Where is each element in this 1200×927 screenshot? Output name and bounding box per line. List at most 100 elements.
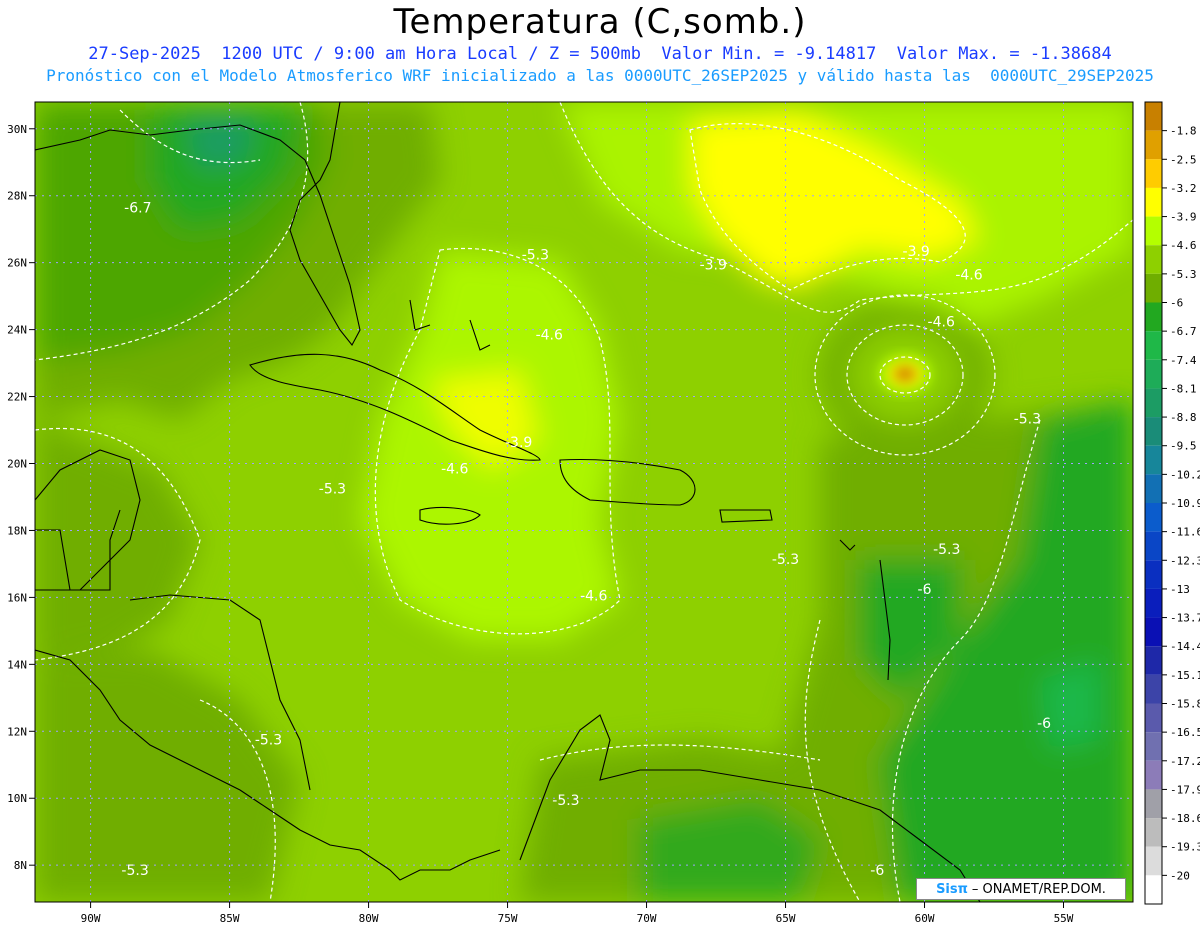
x-tick-label: 55W [1054, 912, 1074, 925]
colorbar-label: -17.2 [1170, 755, 1200, 768]
colorbar-label: -6 [1170, 297, 1183, 310]
contour-label: -3.9 [903, 244, 930, 260]
y-tick-label: 30N [7, 123, 27, 136]
colorbar-swatch [1145, 588, 1162, 618]
colorbar-label: -11.6 [1170, 526, 1200, 539]
y-tick-label: 10N [7, 792, 27, 805]
colorbar-swatch [1145, 216, 1162, 246]
contour-label: -5.3 [319, 482, 346, 498]
colorbar-label: -8.1 [1170, 382, 1197, 395]
shaded-field [35, 102, 1133, 902]
contour-label: -5.3 [552, 793, 579, 809]
colorbar-label: -12.3 [1170, 554, 1200, 567]
colorbar-swatch [1145, 818, 1162, 847]
colorbar-label: -8.8 [1170, 411, 1197, 424]
colorbar-swatch [1145, 531, 1162, 561]
colorbar-swatch [1145, 674, 1162, 704]
y-tick-label: 28N [7, 190, 27, 203]
colorbar-label: -9.5 [1170, 440, 1197, 453]
colorbar-label: -3.9 [1170, 211, 1197, 224]
x-tick-label: 85W [220, 912, 240, 925]
colorbar-swatch [1145, 560, 1162, 589]
colorbar-swatch [1145, 732, 1162, 761]
contour-label: -6 [1037, 716, 1051, 732]
colorbar-swatch [1145, 273, 1162, 303]
x-tick-label: 65W [776, 912, 796, 925]
y-tick-label: 26N [7, 257, 27, 270]
colorbar-swatch [1145, 617, 1162, 647]
colorbar-swatch [1145, 388, 1162, 418]
colorbar-swatch [1145, 445, 1162, 475]
x-tick-label: 90W [81, 912, 101, 925]
colorbar-swatch [1145, 302, 1162, 332]
colorbar-label: -10.2 [1170, 468, 1200, 481]
colorbar-swatch [1145, 159, 1162, 188]
colorbar-swatch [1145, 703, 1162, 733]
colorbar-label: -18.6 [1170, 812, 1200, 825]
contour-label: -5.3 [121, 863, 148, 879]
contour-label: -6 [870, 863, 884, 879]
y-tick-label: 22N [7, 391, 27, 404]
contour-label: -4.6 [441, 462, 468, 478]
contour-label: -4.6 [928, 314, 955, 330]
colorbar-label: -15.1 [1170, 669, 1200, 682]
contour-label: -4.6 [955, 267, 982, 283]
colorbar-swatch [1145, 102, 1162, 131]
colorbar: -1.8 -2.5 -3.2 -3.9 -4.6 -5.3 -6 -6.7 -7.4 -8.1 -8… [1144, 101, 1200, 905]
colorbar-label: -4.6 [1170, 239, 1197, 252]
colorbar-swatch [1145, 245, 1162, 274]
x-tick-label: 70W [637, 912, 657, 925]
credit-org: – ONAMET/REP.DOM. [971, 881, 1106, 897]
y-tick-label: 24N [7, 324, 27, 337]
contour-label: -4.6 [536, 328, 563, 344]
colorbar-label: -3.2 [1170, 182, 1197, 195]
colorbar-swatch [1145, 359, 1162, 389]
colorbar-label: -5.3 [1170, 268, 1197, 281]
colorbar-label: -2.5 [1170, 153, 1197, 166]
contour-label: -5.3 [255, 733, 282, 749]
colorbar-label: -13 [1170, 583, 1190, 596]
y-tick-label: 18N [7, 524, 27, 537]
colorbar-label: -17.9 [1170, 783, 1200, 796]
contour-label: -6 [918, 582, 932, 598]
x-tick-label: 80W [359, 912, 379, 925]
colorbar-label: -1.8 [1170, 125, 1197, 138]
contour-label: -6.7 [124, 200, 151, 216]
contour-label: -5.3 [933, 542, 960, 558]
sispi-logo: Sisπ [936, 881, 968, 897]
credit-box: Sisπ – ONAMET/REP.DOM. [916, 878, 1126, 900]
contour-label: -5.3 [772, 552, 799, 568]
y-tick-label: 14N [7, 658, 27, 671]
contour-label: -4.6 [580, 589, 607, 605]
y-tick-label: 8N [14, 859, 27, 872]
colorbar-swatch [1145, 503, 1162, 532]
colorbar-label: -13.7 [1170, 612, 1200, 625]
colorbar-swatch [1145, 130, 1162, 160]
contour-label: -5.3 [1014, 411, 1041, 427]
colorbar-label: -7.4 [1170, 354, 1197, 367]
longitude-axis: 90W 85W 80W 75W 70W 65W 60W 55W [81, 902, 1074, 925]
y-tick-label: 16N [7, 591, 27, 604]
y-tick-label: 12N [7, 725, 27, 738]
colorbar-label: -20 [1170, 869, 1190, 882]
colorbar-label: -10.9 [1170, 497, 1200, 510]
temperature-map: -6.7 -5.3 -3.9 -3.9 -4.6 -4.6 -4.6 -5.3 -3.9 -4.6… [7, 101, 1200, 925]
x-tick-label: 75W [498, 912, 518, 925]
colorbar-swatch [1145, 187, 1162, 217]
latitude-axis: 30N 28N 26N 24N 22N 20N 18N 16N 14N 12N 10N 8N [7, 123, 35, 872]
contour-label: -5.3 [522, 247, 549, 263]
x-tick-label: 60W [915, 912, 935, 925]
colorbar-label: -16.5 [1170, 726, 1200, 739]
colorbar-label: -15.8 [1170, 698, 1200, 711]
colorbar-swatch [1145, 789, 1162, 819]
colorbar-label: -6.7 [1170, 325, 1197, 338]
colorbar-swatch [1145, 331, 1162, 360]
colorbar-swatch [1145, 846, 1162, 876]
colorbar-swatch [1145, 417, 1162, 446]
contour-label: -3.9 [505, 435, 532, 451]
colorbar-swatch [1145, 646, 1162, 675]
y-tick-label: 20N [7, 458, 27, 471]
contour-label: -3.9 [700, 257, 727, 273]
colorbar-swatch [1145, 474, 1162, 503]
colorbar-swatch [1145, 875, 1162, 904]
